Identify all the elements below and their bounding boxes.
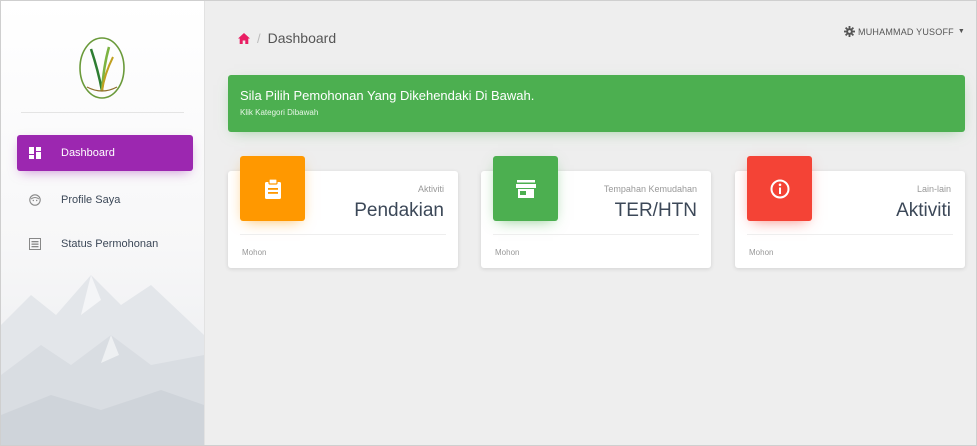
sidebar-item-status[interactable]: Status Permohonan: [17, 226, 193, 262]
alert-title: Sila Pilih Pemohonan Yang Dikehendaki Di…: [240, 88, 535, 103]
breadcrumb-separator: /: [257, 30, 261, 46]
sidebar-item-label: Status Permohonan: [61, 238, 159, 250]
store-icon: [515, 179, 536, 198]
card-value: TER/HTN: [614, 200, 697, 221]
card-category: Tempahan Kemudahan: [603, 184, 697, 194]
breadcrumb-current: Dashboard: [267, 30, 337, 46]
info-alert: Sila Pilih Pemohonan Yang Dikehendaki Di…: [228, 75, 965, 132]
card-divider: [747, 234, 953, 235]
card-icon-badge: [747, 156, 812, 221]
card-value: Pendakian: [354, 200, 444, 221]
dashboard-icon: [29, 147, 41, 159]
info-icon: [770, 179, 789, 198]
sidebar-item-dashboard[interactable]: Dashboard: [17, 135, 193, 171]
site-logo[interactable]: [77, 35, 127, 101]
card-divider: [493, 234, 699, 235]
pine-emblem-logo-icon: [79, 37, 125, 99]
sidebar: Dashboard Profile Saya Status Permohonan: [1, 1, 205, 445]
card-lain-lain[interactable]: Lain-lain Aktiviti Mohon: [735, 156, 965, 268]
user-name: MUHAMMAD YUSOFF: [858, 26, 954, 37]
card-icon-badge: [493, 156, 558, 221]
user-menu[interactable]: MUHAMMAD YUSOFF ▼: [844, 26, 965, 37]
card-divider: [240, 234, 446, 235]
breadcrumb: / Dashboard: [238, 30, 336, 46]
card-value: Aktiviti: [896, 200, 951, 221]
card-tempahan[interactable]: Tempahan Kemudahan TER/HTN Mohon: [481, 156, 711, 268]
gear-icon: [844, 26, 856, 37]
chevron-down-icon: ▼: [957, 28, 965, 35]
card-footer-link[interactable]: Mohon: [242, 248, 266, 257]
card-icon-badge: [240, 156, 305, 221]
card-pendakian[interactable]: Aktiviti Pendakian Mohon: [228, 156, 458, 268]
sidebar-item-label: Profile Saya: [61, 194, 121, 206]
sidebar-item-label: Dashboard: [61, 147, 115, 159]
home-icon[interactable]: [238, 32, 250, 44]
clipboard-icon: [264, 178, 281, 199]
card-footer-link[interactable]: Mohon: [495, 248, 519, 257]
card-footer-link[interactable]: Mohon: [749, 248, 773, 257]
sidebar-item-profile[interactable]: Profile Saya: [17, 182, 193, 218]
list-icon: [29, 238, 41, 250]
card-category: Lain-lain: [916, 184, 951, 194]
alert-subtitle: Klik Kategori Dibawah: [240, 108, 319, 117]
logo-divider: [21, 112, 184, 113]
face-icon: [29, 194, 41, 206]
card-category: Aktiviti: [417, 184, 444, 194]
